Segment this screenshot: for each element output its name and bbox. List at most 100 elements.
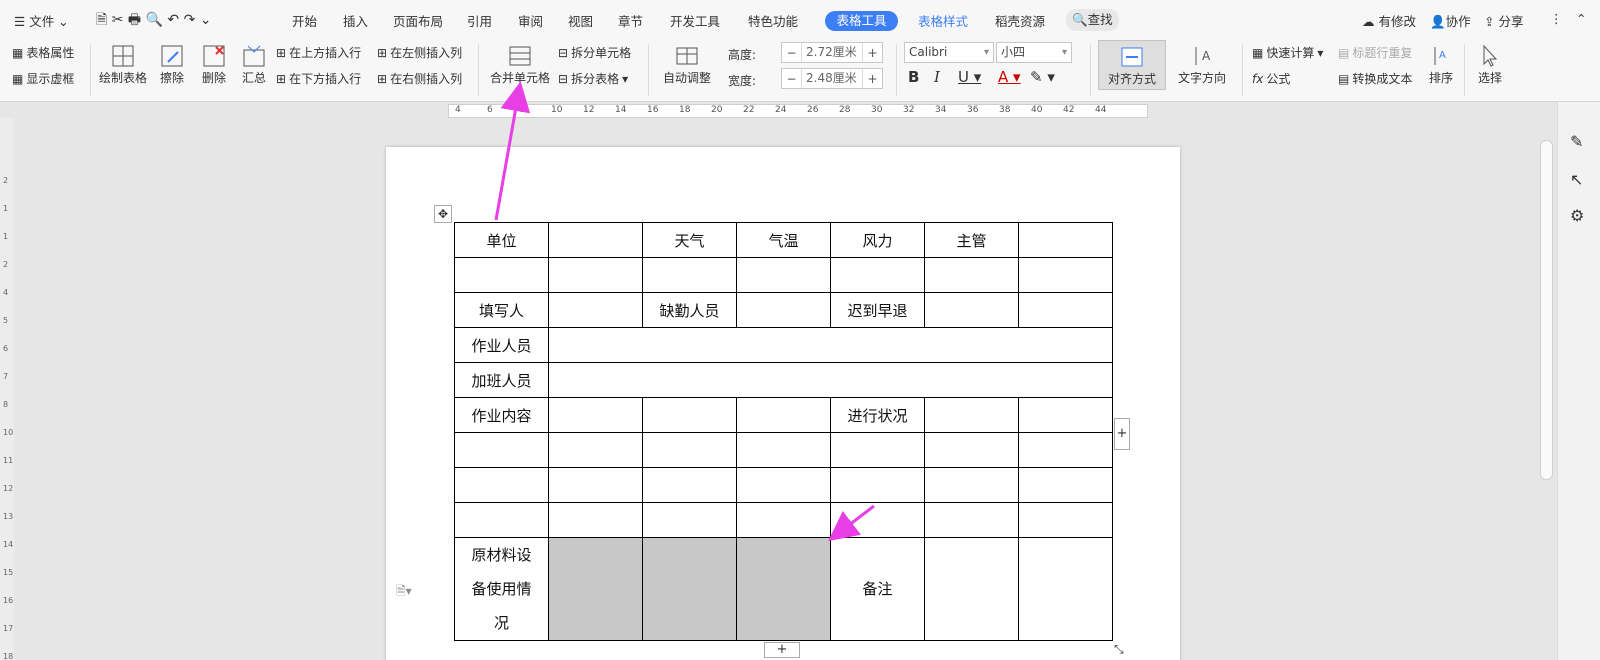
table-cell[interactable] (1018, 397, 1113, 433)
table-move-handle-icon[interactable]: ✥ (434, 205, 452, 223)
table-cell[interactable] (830, 502, 925, 538)
search-box[interactable]: 🔍查找 (1066, 9, 1119, 31)
settings-sliders-icon[interactable]: ⚙ (1570, 206, 1584, 225)
tab-layout[interactable]: 页面布局 (393, 11, 443, 30)
font-color-button[interactable]: A ▾ (998, 68, 1021, 86)
table-cell[interactable]: 单位 (454, 222, 549, 258)
table-cell[interactable] (1018, 432, 1113, 468)
table-cell[interactable] (548, 292, 643, 328)
width-stepper[interactable]: −2.48厘米 + (781, 68, 883, 89)
quick-access-icons[interactable]: 🗎 ✂ 🖶 🔍 ↶ ↷ ⌄ (96, 9, 212, 33)
table-cell[interactable]: 迟到早退 (830, 292, 925, 328)
table-cell[interactable] (736, 257, 831, 293)
table-cell[interactable] (548, 467, 643, 503)
tab-start[interactable]: 开始 (292, 11, 317, 30)
file-menu[interactable]: ☰ 文件 ⌄ (14, 11, 69, 30)
table-cell[interactable] (1018, 292, 1113, 328)
table-cell[interactable] (548, 397, 643, 433)
table-cell[interactable]: 作业人员 (454, 327, 549, 363)
italic-button[interactable]: I (934, 68, 940, 86)
vertical-scrollbar[interactable] (1540, 140, 1553, 480)
tab-developer[interactable]: 开发工具 (670, 11, 720, 30)
table-cell[interactable] (642, 467, 737, 503)
show-grid-button[interactable]: ▦ 显示虚框 (12, 70, 74, 87)
table-cell[interactable]: 气温 (736, 222, 831, 258)
table-cell[interactable] (1018, 467, 1113, 503)
font-name-select[interactable]: Calibri (904, 42, 994, 63)
repeat-header-button[interactable]: ▤ 标题行重复 (1338, 44, 1412, 61)
table-cell[interactable] (454, 502, 549, 538)
table-cell[interactable] (1018, 537, 1113, 641)
tab-reference[interactable]: 引用 (467, 11, 492, 30)
modified-status[interactable]: ☁ 有修改 (1362, 11, 1416, 30)
horizontal-ruler[interactable]: 4 6 8 10 12 14 16 18 20 22 24 26 28 30 32 34 36 38 40 42 44 (448, 104, 1148, 118)
table-cell[interactable] (642, 502, 737, 538)
pen-icon[interactable]: ✎ (1570, 132, 1583, 151)
tab-resources[interactable]: 稻壳资源 (995, 11, 1045, 30)
autofit-button[interactable]: 自动调整 (656, 44, 718, 86)
vertical-ruler[interactable]: 21124567810111213141516171819 (0, 118, 14, 660)
plus-icon[interactable]: + (863, 72, 882, 86)
table-cell[interactable] (924, 292, 1019, 328)
align-button[interactable]: 对齐方式 (1098, 40, 1166, 90)
bold-button[interactable]: B (908, 68, 919, 86)
table-cell[interactable]: 填写人 (454, 292, 549, 328)
tab-insert[interactable]: 插入 (343, 11, 368, 30)
width-value[interactable]: 2.48厘米 (801, 69, 863, 88)
merge-cells-button[interactable]: 合并单元格 (488, 44, 552, 86)
table-cell[interactable] (924, 537, 1019, 641)
text-direction-button[interactable]: A 文字方向 (1170, 44, 1234, 86)
table-cell[interactable] (1018, 257, 1113, 293)
insert-below-button[interactable]: ⊞ 在下方插入行 (276, 70, 361, 87)
tab-special[interactable]: 特色功能 (748, 11, 798, 30)
highlight-button[interactable]: ✎ ▾ (1030, 68, 1055, 86)
table-cell[interactable] (924, 397, 1019, 433)
table-cell[interactable]: 天气 (642, 222, 737, 258)
table-cell[interactable]: 进行状况 (830, 397, 925, 433)
underline-button[interactable]: U ▾ (958, 68, 981, 86)
table-cell[interactable] (736, 397, 831, 433)
collapse-icon[interactable]: ⌃ (1576, 11, 1586, 26)
table-cell[interactable] (454, 257, 549, 293)
table-cell[interactable] (830, 432, 925, 468)
sort-button[interactable]: A 排序 (1424, 44, 1458, 86)
share-button[interactable]: ⇪ 分享 (1484, 11, 1523, 30)
selected-cell[interactable] (736, 537, 831, 641)
selected-cell[interactable] (548, 537, 643, 641)
insert-above-button[interactable]: ⊞ 在上方插入行 (276, 44, 361, 61)
paragraph-icon[interactable]: 🗎▾ (396, 582, 412, 603)
table-cell[interactable] (642, 432, 737, 468)
tab-table-tools[interactable]: 表格工具 (825, 11, 898, 31)
table-cell[interactable]: 加班人员 (454, 362, 549, 398)
collab-button[interactable]: 👤协作 (1430, 11, 1471, 30)
table-cell[interactable] (548, 502, 643, 538)
erase-button[interactable]: 擦除 (156, 44, 188, 86)
height-value[interactable]: 2.72厘米 (801, 43, 863, 62)
merged-cell[interactable] (548, 327, 1113, 363)
table-cell[interactable] (548, 257, 643, 293)
select-button[interactable]: 选择 (1470, 44, 1510, 86)
table-cell[interactable] (736, 432, 831, 468)
more-icon[interactable]: ⋮ (1550, 11, 1563, 26)
table-cell[interactable] (924, 257, 1019, 293)
add-row-icon[interactable]: + (764, 642, 800, 658)
table-cell[interactable]: 原材料设 备使用情况 (454, 537, 549, 641)
draw-table-button[interactable]: 绘制表格 (98, 44, 148, 86)
minus-icon[interactable]: − (782, 72, 801, 86)
table-cell[interactable] (736, 292, 831, 328)
table-cell[interactable]: 缺勤人员 (642, 292, 737, 328)
table-cell[interactable] (830, 467, 925, 503)
table-cell[interactable] (924, 432, 1019, 468)
summary-button[interactable]: 汇总 (238, 44, 270, 86)
tab-view[interactable]: 视图 (568, 11, 593, 30)
table-cell[interactable]: 风力 (830, 222, 925, 258)
formula-button[interactable]: fx 公式 (1252, 70, 1290, 87)
tab-table-style[interactable]: 表格样式 (918, 11, 968, 30)
table-cell[interactable] (924, 467, 1019, 503)
selected-cell[interactable] (642, 537, 737, 641)
plus-icon[interactable]: + (863, 46, 882, 60)
insert-right-button[interactable]: ⊞ 在右侧插入列 (377, 70, 462, 87)
to-text-button[interactable]: ▤ 转换成文本 (1338, 70, 1412, 87)
split-table-button[interactable]: ⊟ 拆分表格 ▾ (558, 70, 628, 87)
table-cell[interactable] (454, 432, 549, 468)
